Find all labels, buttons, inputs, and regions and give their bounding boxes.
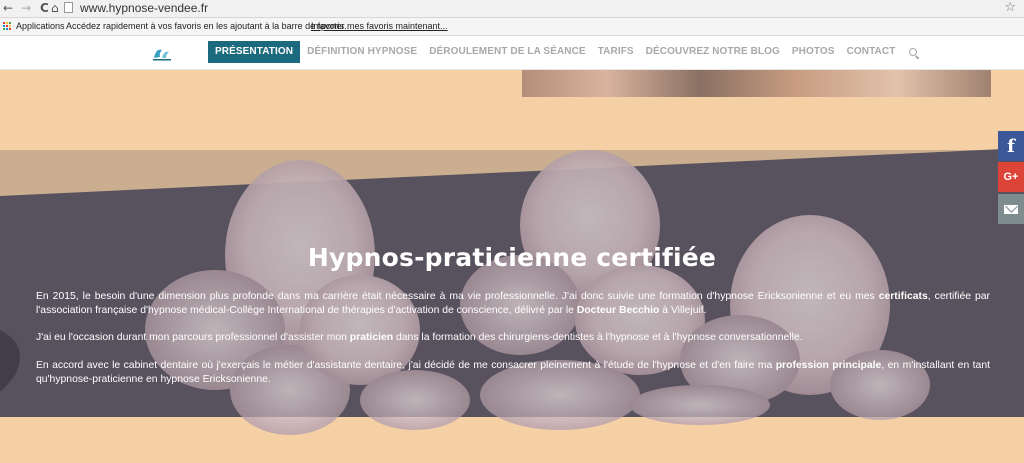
paragraph-text: à Villejuif. (659, 304, 707, 316)
bookmark-star-icon[interactable]: ☆ (1004, 0, 1016, 15)
experience-paragraph: J'ai eu l'occasion durant mon parcours p… (36, 331, 990, 345)
facebook-icon: f (1007, 135, 1015, 157)
nav-blog[interactable]: DÉCOUVREZ NOTRE BLOG (640, 41, 786, 63)
nav-photos[interactable]: PHOTOS (786, 41, 841, 63)
site-logo[interactable] (150, 44, 174, 62)
paragraph-text: En accord avec le cabinet dentaire où j'… (36, 360, 776, 371)
emphasis-docteur: Docteur Becchio (576, 304, 660, 316)
apps-link[interactable]: Applications (16, 18, 65, 35)
main-menu: PRÉSENTATION DÉFINITION HYPNOSE DÉROULEM… (208, 41, 918, 63)
profession-paragraph: En accord avec le cabinet dentaire où j'… (36, 359, 990, 386)
intro-paragraph: En 2015, le besoin d'une dimension plus … (36, 290, 990, 317)
paragraph-text: J'ai eu l'occasion durant mon parcours p… (36, 332, 350, 343)
browser-toolbar: ← → C ⌂ www.hypnose-vendee.fr ☆ (0, 0, 1024, 18)
reload-icon[interactable]: C (40, 1, 49, 15)
envelope-icon (1004, 204, 1018, 214)
paragraph-text: En 2015, le besoin d'une dimension plus … (36, 291, 879, 302)
bookmarks-bar: Applications Accédez rapidement à vos fa… (0, 18, 1024, 36)
googleplus-share-button[interactable]: G+ (998, 162, 1024, 192)
home-icon[interactable]: ⌂ (51, 1, 59, 15)
forward-icon[interactable]: → (21, 1, 31, 15)
emphasis-profession: profession principale (775, 360, 882, 371)
email-share-button[interactable] (998, 194, 1024, 224)
back-icon[interactable]: ← (3, 1, 13, 15)
nav-definition-hypnose[interactable]: DÉFINITION HYPNOSE (301, 41, 423, 63)
hero-title: Hypnos-praticienne certifiée (307, 243, 717, 272)
address-bar[interactable]: www.hypnose-vendee.fr (80, 1, 208, 15)
site-navigation: PRÉSENTATION DÉFINITION HYPNOSE DÉROULEM… (0, 36, 1024, 70)
nav-deroulement-seance[interactable]: DÉROULEMENT DE LA SÉANCE (423, 41, 591, 63)
googleplus-icon: G+ (1003, 171, 1019, 183)
search-icon[interactable] (909, 47, 918, 57)
emphasis-certificats: certificats (878, 291, 928, 302)
apps-grid-icon[interactable] (3, 22, 12, 31)
facebook-share-button[interactable]: f (998, 131, 1024, 161)
paragraph-text: dans la formation des chirurgiens-dentis… (393, 332, 803, 343)
nav-tarifs[interactable]: TARIFS (592, 41, 640, 63)
import-bookmarks-link[interactable]: Importer mes favoris maintenant... (311, 18, 448, 35)
bookmarks-prompt: Accédez rapidement à vos favoris en les … (66, 21, 347, 31)
page-icon (64, 2, 73, 13)
nav-contact[interactable]: CONTACT (841, 41, 902, 63)
nav-presentation[interactable]: PRÉSENTATION (208, 41, 301, 63)
emphasis-praticien: praticien (349, 332, 394, 343)
